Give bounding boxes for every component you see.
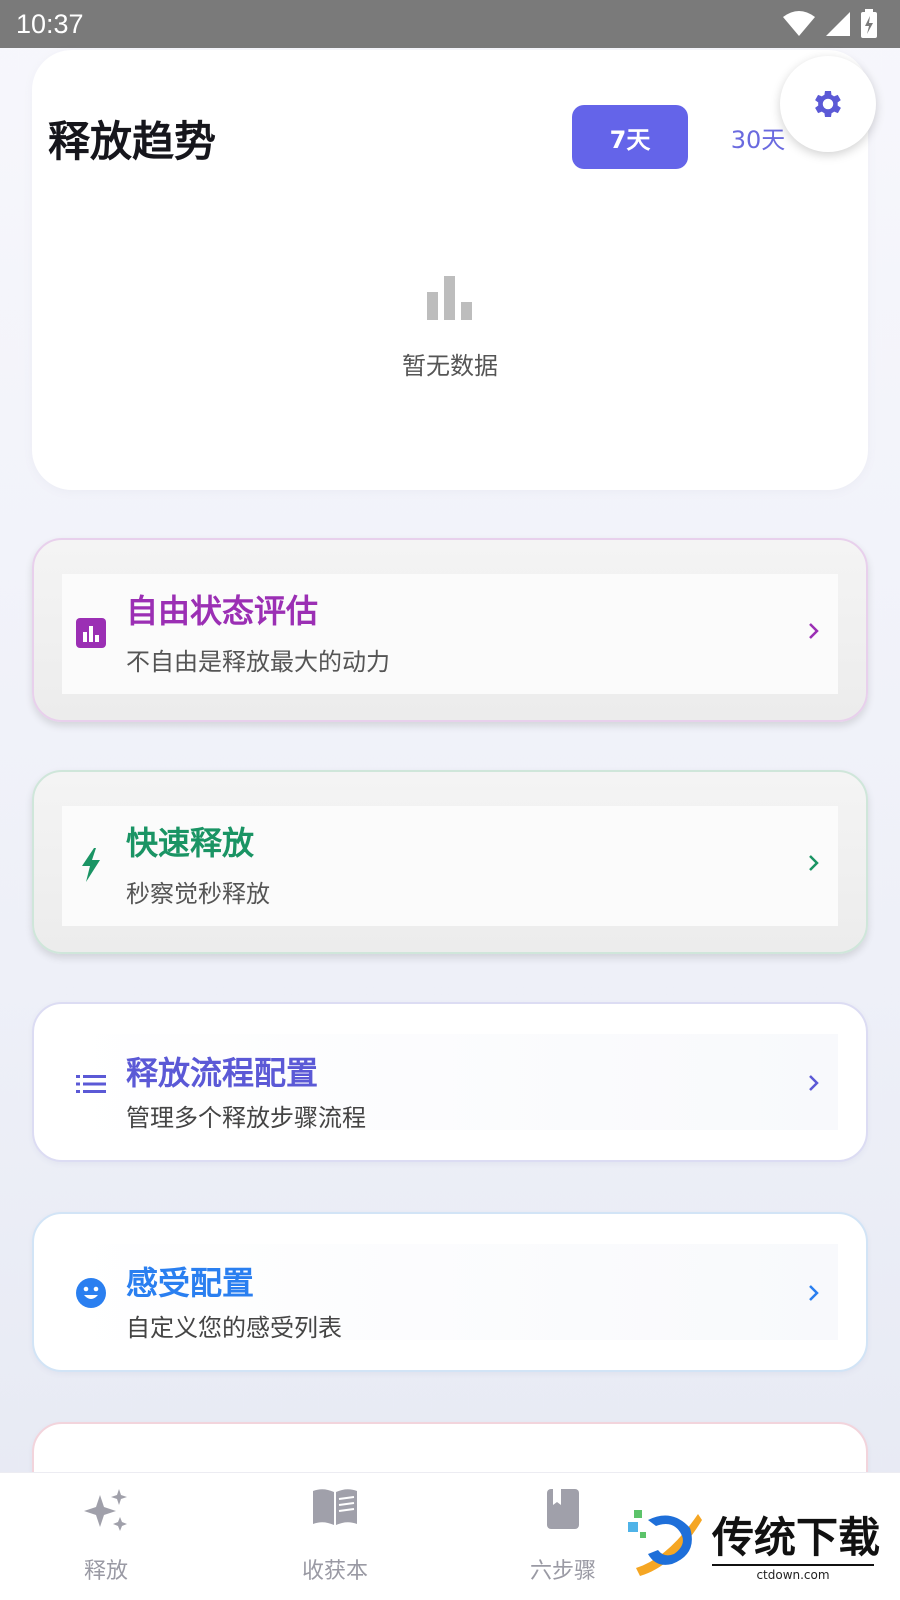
bookmark-book-icon [547,1489,579,1529]
menu-subtitle: 秒察觉秒释放 [126,880,270,908]
menu-title: 自由状态评估 [126,592,319,630]
smiley-icon [76,1278,106,1308]
watermark-logo-icon [628,1510,702,1576]
empty-state-text: 暂无数据 [402,352,498,380]
nav-label: 收获本 [301,1559,368,1584]
sparkle-icon [84,1489,127,1531]
gear-icon [815,90,841,118]
range-7-days-button[interactable]: 7天 [572,105,688,169]
status-time: 10:37 [16,8,84,39]
lightning-icon [82,848,100,882]
feelings-config-card[interactable]: 感受配置 自定义您的感受列表 [32,1212,868,1372]
bar-chart-placeholder-icon [427,276,472,320]
freedom-assessment-card[interactable]: 自由状态评估 不自由是释放最大的动力 [32,538,868,722]
menu-title: 释放流程配置 [126,1054,319,1092]
chevron-right-icon [809,1075,819,1091]
watermark: 传统下载 ctdown.com [628,1500,880,1588]
chevron-right-icon [809,1285,819,1301]
menu-title: 快速释放 [126,824,255,862]
menu-subtitle: 管理多个释放步骤流程 [126,1104,366,1132]
nav-item-release[interactable]: 释放 [6,1473,206,1600]
menu-title: 感受配置 [126,1264,255,1302]
quick-release-card[interactable]: 快速释放 秒察觉秒释放 [32,770,868,954]
nav-item-harvest-book[interactable]: 收获本 [235,1473,435,1600]
status-bar: 10:37 [0,0,900,48]
status-icons [782,9,878,39]
battery-charging-icon [861,9,877,38]
chevron-right-icon [809,623,819,639]
bar-chart-icon [76,618,106,648]
cell-signal-icon [826,12,850,36]
settings-button[interactable] [780,56,876,152]
watermark-site: ctdown.com [712,1564,874,1582]
trend-title: 释放趋势 [48,117,217,166]
chevron-right-icon [809,855,819,871]
nav-label: 释放 [83,1559,128,1584]
menu-subtitle: 自定义您的感受列表 [126,1314,342,1342]
release-flow-config-card[interactable]: 释放流程配置 管理多个释放步骤流程 [32,1002,868,1162]
wifi-icon [783,11,815,36]
watermark-brand: 传统下载 [712,1513,881,1562]
list-icon [76,1075,106,1093]
open-book-icon [313,1489,357,1525]
menu-subtitle: 不自由是释放最大的动力 [126,648,390,676]
